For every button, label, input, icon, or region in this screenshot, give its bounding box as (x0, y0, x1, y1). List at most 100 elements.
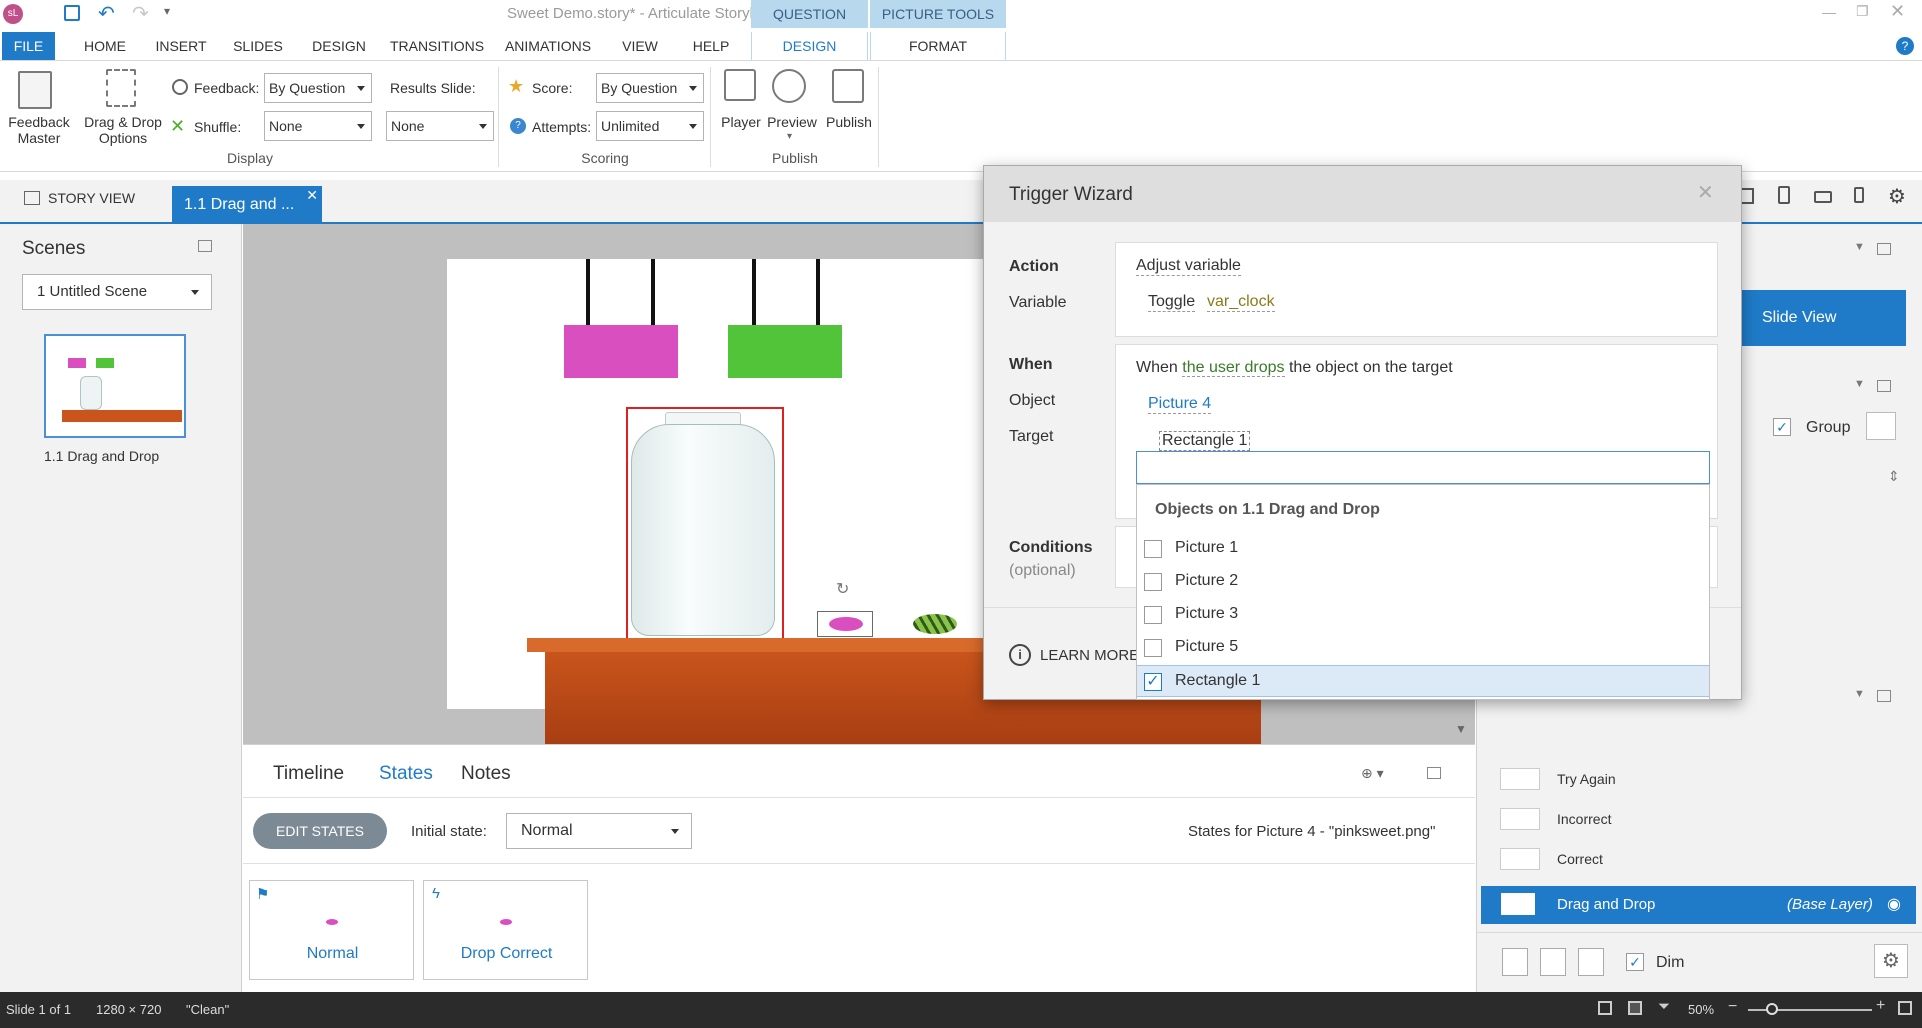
drag-drop-options-icon[interactable] (106, 69, 136, 107)
rotate-handle-icon[interactable]: ↻ (836, 579, 849, 599)
normal-view-icon[interactable] (1598, 1001, 1612, 1015)
jar-image[interactable] (631, 424, 775, 636)
panel-chevron-icon[interactable]: ▼ (1854, 688, 1865, 700)
gear-icon[interactable]: ⚙ (1888, 184, 1906, 209)
dim-checkbox[interactable]: ✓ (1626, 953, 1644, 971)
tab-design[interactable]: DESIGN (304, 32, 374, 60)
tab-view[interactable]: VIEW (610, 32, 670, 60)
layer-item[interactable]: Correct (1500, 840, 1920, 880)
device-phone-landscape-icon[interactable] (1814, 191, 1832, 203)
layer-item[interactable]: Try Again (1500, 760, 1920, 800)
zoom-out-icon[interactable]: − (1728, 998, 1737, 1016)
initial-state-dropdown[interactable]: Normal (506, 813, 692, 849)
tab-states[interactable]: States (379, 763, 433, 785)
when-event[interactable]: the user drops (1182, 359, 1285, 377)
preview-button[interactable]: Preview (764, 114, 820, 130)
preview-icon[interactable] (772, 69, 806, 103)
slide-thumbnail[interactable] (44, 334, 186, 438)
slide-view-icon[interactable] (1628, 1001, 1642, 1015)
layer-item[interactable]: Incorrect (1500, 800, 1920, 840)
action-value[interactable]: Adjust variable (1136, 257, 1241, 276)
player-button[interactable]: Player (716, 114, 766, 130)
preview-chevron-icon[interactable]: ▾ (787, 131, 792, 142)
feedback-master-icon[interactable] (18, 71, 52, 109)
panel-float-icon[interactable] (198, 240, 212, 252)
tab-file[interactable]: FILE (2, 32, 55, 60)
pink-target-block[interactable] (564, 325, 678, 378)
shuffle-dropdown[interactable]: None (264, 111, 372, 141)
device-phone-portrait-icon[interactable] (1854, 187, 1864, 203)
results-slide-dropdown[interactable]: None (386, 111, 494, 141)
panel-options-icon[interactable]: ⊕ ▾ (1361, 765, 1384, 782)
dropdown-option[interactable]: Picture 3 (1137, 599, 1709, 631)
drag-drop-options-label-1[interactable]: Drag & Drop (78, 114, 168, 130)
drag-drop-options-label-2[interactable]: Options (78, 130, 168, 146)
panel-float-icon[interactable] (1877, 243, 1891, 255)
feedback-dropdown[interactable]: By Question (264, 73, 372, 103)
panel-float-icon[interactable] (1877, 690, 1891, 702)
feedback-master-button[interactable]: Feedback Master (4, 114, 74, 146)
new-layer-icon[interactable] (1502, 948, 1528, 976)
tab-timeline[interactable]: Timeline (273, 763, 344, 785)
scene-dropdown[interactable]: 1 Untitled Scene (22, 274, 212, 310)
dropdown-option[interactable]: Picture 1 (1137, 533, 1709, 565)
dropdown-option-selected[interactable]: ✓ Rectangle 1 (1137, 665, 1709, 697)
tab-animations[interactable]: ANIMATIONS (500, 32, 596, 60)
tab-picture-format[interactable]: FORMAT (870, 32, 1006, 60)
option-checkbox[interactable] (1144, 540, 1162, 558)
player-icon[interactable] (724, 69, 756, 101)
filter-icon[interactable]: ⏷ (1658, 998, 1670, 1015)
pink-candy[interactable] (829, 617, 863, 631)
target-search-input[interactable] (1136, 451, 1710, 484)
option-checkbox[interactable] (1144, 573, 1162, 591)
edit-states-button[interactable]: EDIT STATES (253, 813, 387, 849)
help-icon[interactable]: ? (1896, 37, 1914, 55)
tab-slides[interactable]: SLIDES (226, 32, 290, 60)
panel-float-icon[interactable] (1427, 767, 1441, 779)
variable-operation[interactable]: Toggle (1148, 293, 1196, 312)
dropdown-option[interactable]: Picture 2 (1137, 566, 1709, 598)
tab-notes[interactable]: Notes (461, 763, 511, 785)
minimize-icon[interactable]: — (1822, 4, 1836, 20)
delete-layer-icon[interactable] (1578, 948, 1604, 976)
timeline-icon[interactable] (1866, 412, 1896, 440)
green-target-block[interactable] (728, 325, 842, 378)
tab-transitions[interactable]: TRANSITIONS (386, 32, 488, 60)
slide-doc-tab[interactable]: 1.1 Drag and ... ✕ (172, 186, 322, 224)
close-window-icon[interactable]: ✕ (1890, 1, 1905, 22)
publish-button[interactable]: Publish (822, 114, 876, 130)
state-card-normal[interactable]: ⚑ Normal (249, 880, 414, 980)
close-icon[interactable]: ✕ (1697, 180, 1714, 205)
dropdown-option[interactable]: Picture 5 (1137, 632, 1709, 664)
duplicate-layer-icon[interactable] (1540, 948, 1566, 976)
variable-name[interactable]: var_clock (1207, 293, 1275, 312)
option-checkbox[interactable] (1144, 639, 1162, 657)
panel-chevron-icon[interactable]: ▼ (1854, 241, 1865, 253)
eye-icon[interactable]: ◉ (1887, 894, 1901, 914)
fit-window-icon[interactable] (1898, 1001, 1912, 1015)
option-checkbox-checked[interactable]: ✓ (1144, 673, 1162, 691)
state-card-drop-correct[interactable]: ϟ Drop Correct (423, 880, 588, 980)
zoom-in-icon[interactable]: + (1876, 997, 1885, 1015)
learn-more-link[interactable]: LEARN MORE (1040, 647, 1139, 664)
panel-chevron-icon[interactable]: ▼ (1854, 378, 1865, 390)
object-value[interactable]: Picture 4 (1148, 395, 1212, 414)
collapse-icon[interactable]: ⇕ (1888, 468, 1900, 485)
attempts-dropdown[interactable]: Unlimited (596, 111, 704, 141)
green-candy[interactable] (913, 614, 957, 634)
option-checkbox[interactable] (1144, 606, 1162, 624)
target-value[interactable]: Rectangle 1 (1159, 431, 1251, 451)
canvas-scroll-down-icon[interactable]: ▼ (1455, 722, 1467, 736)
tab-help[interactable]: HELP (682, 32, 740, 60)
panel-float-icon[interactable] (1877, 380, 1891, 392)
device-tablet-landscape-icon[interactable] (1740, 188, 1754, 204)
base-layer-item[interactable]: Drag and Drop (Base Layer) ◉ (1481, 886, 1916, 924)
tab-insert[interactable]: INSERT (150, 32, 212, 60)
device-tablet-portrait-icon[interactable] (1778, 186, 1790, 204)
publish-icon[interactable] (832, 69, 864, 103)
zoom-slider-thumb[interactable] (1766, 1003, 1778, 1015)
tab-home[interactable]: HOME (72, 32, 138, 60)
story-view-tab[interactable]: STORY VIEW (24, 190, 135, 214)
score-dropdown[interactable]: By Question (596, 73, 704, 103)
restore-icon[interactable]: ❐ (1856, 3, 1869, 20)
